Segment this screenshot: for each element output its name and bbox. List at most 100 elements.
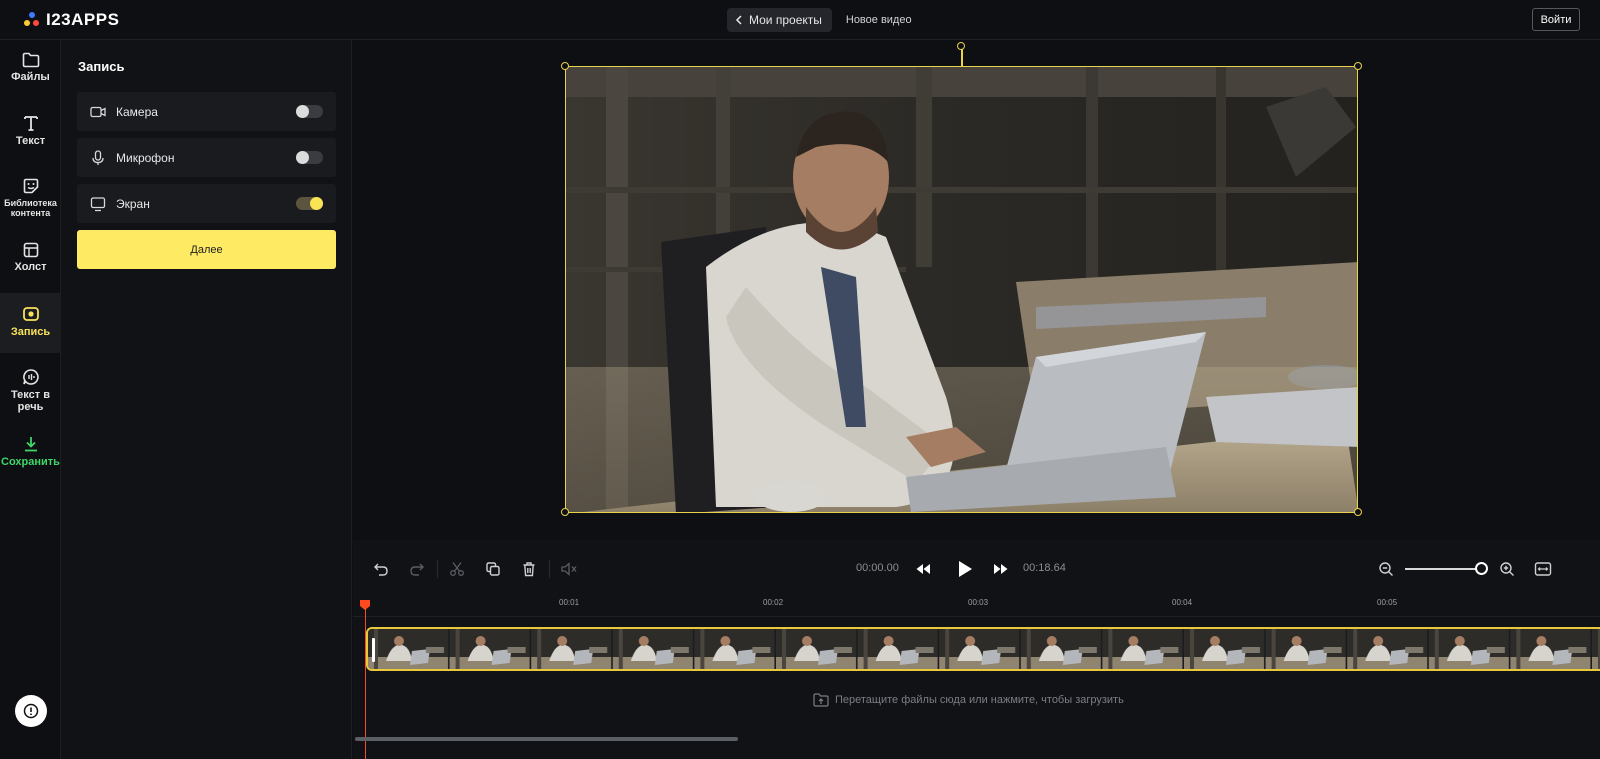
speaker-muted-icon <box>561 562 577 576</box>
chevron-left-icon <box>735 15 742 25</box>
left-rail: Файлы Текст Библиотека контента Холст За… <box>0 40 61 759</box>
resize-handle-top-left[interactable] <box>561 62 569 70</box>
resize-handle-bottom-right[interactable] <box>1354 508 1362 516</box>
toolbar-divider <box>549 560 550 578</box>
rail-label-text: Текст <box>15 135 46 147</box>
next-button[interactable]: Далее <box>77 230 336 269</box>
scissors-icon <box>450 562 464 576</box>
rail-label-library: Библиотека контента <box>4 198 57 218</box>
download-icon <box>24 437 37 452</box>
forward-button[interactable] <box>991 559 1011 579</box>
microphone-toggle[interactable] <box>296 151 323 164</box>
redo-button[interactable] <box>407 559 427 579</box>
option-microphone-label: Микрофон <box>116 150 175 165</box>
rail-item-record[interactable]: Запись <box>0 293 61 353</box>
upload-hint-text: Перетащите файлы сюда или нажмите, чтобы… <box>835 694 1124 706</box>
exclamation-bubble-icon <box>23 703 39 719</box>
toggle-knob <box>296 105 309 118</box>
undo-icon <box>374 563 388 576</box>
toggle-knob <box>310 197 323 210</box>
rail-label-files: Файлы <box>11 71 50 83</box>
record-camera-icon <box>22 307 39 321</box>
rail-item-text[interactable]: Текст <box>0 114 61 154</box>
resize-handle-bottom-left[interactable] <box>561 508 569 516</box>
login-button[interactable]: Войти <box>1532 8 1580 31</box>
rail-item-save[interactable]: Сохранить <box>0 435 61 475</box>
cut-button[interactable] <box>447 559 467 579</box>
option-camera-label: Камера <box>116 104 158 119</box>
play-icon <box>959 561 972 577</box>
ruler-baseline <box>353 616 1600 617</box>
camera-icon <box>90 106 106 117</box>
my-projects-label: Мои проекты <box>749 13 822 27</box>
microphone-icon <box>92 149 104 165</box>
option-microphone[interactable]: Микрофон <box>77 138 336 177</box>
mute-button[interactable] <box>559 559 579 579</box>
upload-folder-icon <box>813 693 829 707</box>
timeline-scrollbar[interactable] <box>355 737 738 741</box>
rewind-icon <box>916 564 930 574</box>
playhead-handle[interactable] <box>360 600 370 610</box>
play-button[interactable] <box>953 557 977 581</box>
clip-trim-handle[interactable] <box>372 638 375 662</box>
folder-icon <box>22 52 39 68</box>
zoom-in-icon <box>1500 562 1514 576</box>
option-screen-label: Экран <box>116 196 150 211</box>
video-preview[interactable] <box>565 66 1358 513</box>
my-projects-button[interactable]: Мои проекты <box>727 8 832 32</box>
preview-stage <box>353 40 1600 540</box>
rail-label-save: Сохранить <box>1 456 60 468</box>
rail-item-files[interactable]: Файлы <box>0 52 61 92</box>
option-screen[interactable]: Экран <box>77 184 336 223</box>
project-name[interactable]: Новое видео <box>846 14 912 26</box>
rewind-button[interactable] <box>913 559 933 579</box>
upload-drop-zone[interactable]: Перетащите файлы сюда или нажмите, чтобы… <box>813 693 1124 707</box>
video-frame-image <box>566 67 1357 512</box>
rail-item-library[interactable]: Библиотека контента <box>0 177 61 223</box>
ruler-tick: 00:02 <box>763 598 784 607</box>
camera-toggle[interactable] <box>296 105 323 118</box>
feedback-button[interactable] <box>15 695 47 727</box>
logo-mark-icon <box>24 12 40 28</box>
zoom-out-icon <box>1379 562 1393 576</box>
text-t-icon <box>23 116 38 131</box>
clip-thumbnails <box>368 629 1600 669</box>
undo-button[interactable] <box>371 559 391 579</box>
text-to-speech-icon <box>22 369 39 385</box>
rotate-handle[interactable] <box>957 42 965 50</box>
sticker-icon <box>23 178 38 194</box>
monitor-icon <box>90 196 106 211</box>
resize-handle-top-right[interactable] <box>1354 62 1362 70</box>
zoom-out-button[interactable] <box>1376 559 1396 579</box>
zoom-in-button[interactable] <box>1497 559 1517 579</box>
rail-item-tts[interactable]: Текст в речь <box>0 368 61 416</box>
toggle-knob <box>296 151 309 164</box>
redo-icon <box>410 563 424 576</box>
rail-label-record: Запись <box>10 326 51 338</box>
zoom-slider-track[interactable] <box>1405 568 1480 570</box>
ruler-tick: 00:03 <box>968 598 989 607</box>
logo[interactable]: I23APPS <box>24 10 119 30</box>
rail-label-tts: Текст в речь <box>11 389 50 413</box>
current-time: 00:00.00 <box>856 562 899 574</box>
total-duration: 00:18.64 <box>1023 562 1066 574</box>
copy-icon <box>486 562 500 576</box>
video-clip[interactable] <box>366 627 1600 671</box>
ruler-tick: 00:04 <box>1172 598 1193 607</box>
screen-toggle[interactable] <box>296 197 323 210</box>
panel-title: Запись <box>78 59 125 74</box>
duplicate-button[interactable] <box>483 559 503 579</box>
timeline: 00:01 00:02 00:03 00:04 00:05 Перетащите… <box>353 598 1600 759</box>
fast-forward-icon <box>994 564 1008 574</box>
fit-timeline-button[interactable] <box>1533 559 1553 579</box>
delete-button[interactable] <box>519 559 539 579</box>
ruler-tick: 00:01 <box>559 598 580 607</box>
rail-item-canvas[interactable]: Холст <box>0 242 61 282</box>
toolbar-divider <box>437 560 438 578</box>
option-camera[interactable]: Камера <box>77 92 336 131</box>
record-panel: Запись Камера Микрофон Экран Далее <box>61 40 352 759</box>
zoom-slider-knob[interactable] <box>1475 562 1488 575</box>
timeline-toolbar: 00:00.00 00:18.64 <box>353 540 1600 598</box>
logo-text: I23APPS <box>46 10 120 29</box>
trash-icon <box>523 562 535 577</box>
